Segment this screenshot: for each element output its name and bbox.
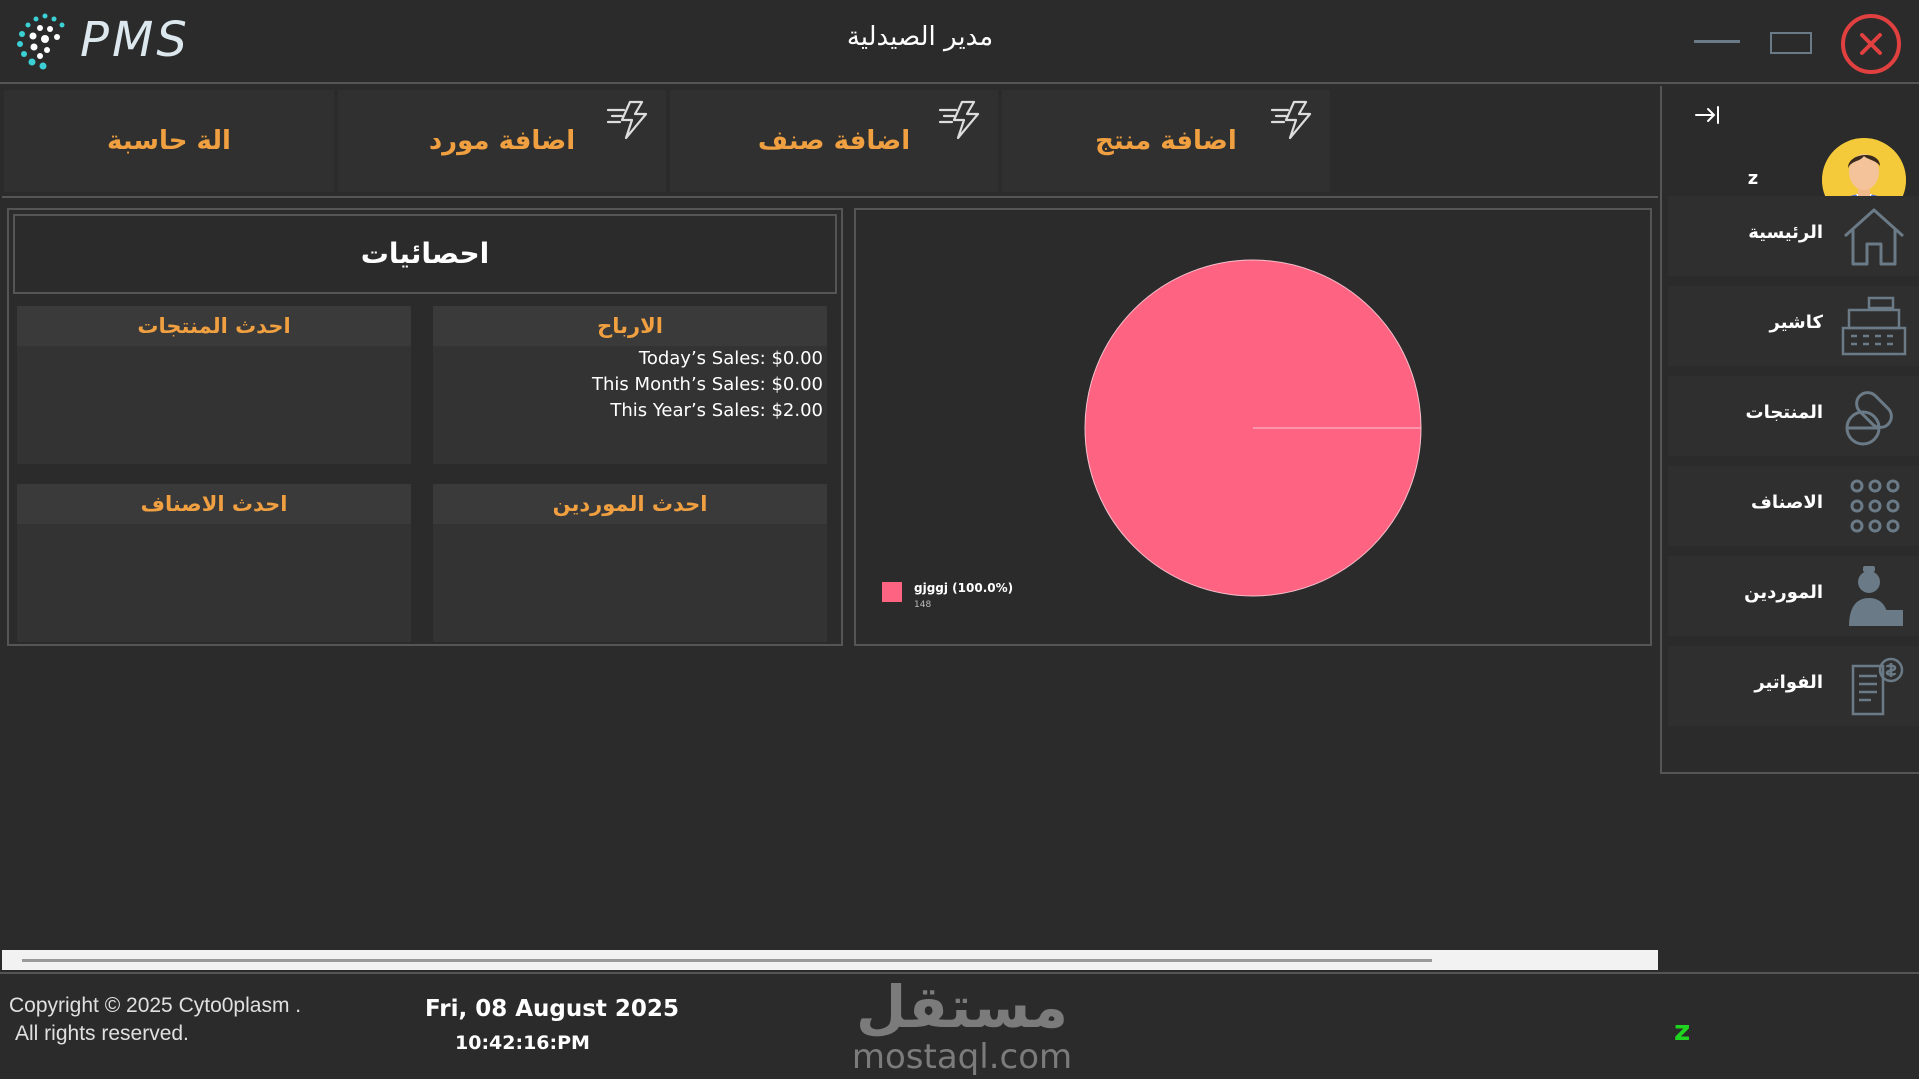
calculator-label: الة حاسبة (107, 126, 231, 156)
add-category-button[interactable]: اضافة صنف (670, 90, 998, 192)
pie-chart: gjggj (100.0%) 148 (882, 259, 1422, 610)
latest-products-title: احدث المنتجات (17, 306, 411, 346)
scrollbar-thumb[interactable] (22, 959, 1432, 962)
title-bar: PMS مدير الصيدلية (0, 0, 1919, 84)
profits-title: الارباح (433, 306, 827, 346)
sidebar-item-label: المنتجات (1745, 402, 1823, 423)
watermark-url: mostaql.com (851, 1037, 1073, 1077)
sidebar-item-label: كاشير (1769, 312, 1823, 333)
status-footer: Copyright © 2025 Cyto0plasm . All rights… (0, 972, 1919, 1079)
add-product-button[interactable]: اضافة منتج (1002, 90, 1330, 192)
latest-categories-title: احدث الاصناف (17, 484, 411, 524)
pms-logo-icon (17, 13, 65, 70)
sidebar-item-invoices[interactable]: الفواتير (1668, 646, 1919, 726)
sidebar-item-categories[interactable]: الاصناف (1668, 466, 1919, 546)
cash-register-icon (1841, 296, 1907, 356)
add-product-label: اضافة منتج (1095, 126, 1237, 156)
latest-products-card: احدث المنتجات (17, 306, 411, 464)
sidebar-item-products[interactable]: المنتجات (1668, 376, 1919, 456)
logo-text: PMS (80, 12, 190, 68)
sidebar-item-suppliers[interactable]: الموردين (1668, 556, 1919, 636)
legend-label: gjggj (100.0%) (914, 581, 1013, 595)
sidebar-item-label: الفواتير (1754, 672, 1823, 693)
pie-chart-panel: gjggj (100.0%) 148 (854, 208, 1652, 646)
supplier-icon (1849, 566, 1903, 626)
watermark-arabic: مستقل (855, 973, 1069, 1041)
legend-value: 148 (914, 600, 931, 610)
invoice-icon (1851, 657, 1904, 716)
year-sales: This Year’s Sales: $2.00 (610, 400, 823, 421)
statistics-panel: احصائيات الارباح Today’s Sales: $0.00 Th… (7, 208, 843, 646)
profits-card: الارباح Today’s Sales: $0.00 This Month’… (433, 306, 827, 464)
current-time: 10:42:16:PM (455, 1032, 590, 1054)
copyright-text: Copyright © 2025 Cyto0plasm . (9, 994, 302, 1017)
logged-in-user: z (1674, 1014, 1691, 1047)
quick-actions-bar: اضافة منتج اضافة صنف اضافة مورد الة حاسب… (2, 86, 1658, 198)
close-icon (1860, 33, 1882, 55)
pills-icon (1845, 391, 1893, 446)
current-date: Fri, 08 August 2025 (425, 996, 679, 1022)
sidebar-item-cashier[interactable]: كاشير (1668, 286, 1919, 366)
latest-categories-card: احدث الاصناف (17, 484, 411, 642)
statistics-title: احصائيات (13, 214, 837, 294)
watermark: مستقل mostaql.com (842, 974, 1082, 1074)
add-supplier-button[interactable]: اضافة مورد (338, 90, 666, 192)
window-title: مدير الصيدلية (846, 22, 994, 52)
sidebar-item-label: الموردين (1744, 582, 1823, 603)
sidebar: z الرئيسية كاشير المنتجات الاصناف المورد… (1660, 86, 1919, 774)
horizontal-scrollbar[interactable] (2, 950, 1658, 970)
minimize-button[interactable] (1694, 40, 1740, 43)
latest-suppliers-title: احدث الموردين (433, 484, 827, 524)
user-name: z (1747, 168, 1759, 189)
app-logo: PMS (12, 10, 190, 70)
add-supplier-label: اضافة مورد (428, 126, 576, 156)
month-sales: This Month’s Sales: $0.00 (592, 374, 823, 395)
sidebar-item-label: الرئيسية (1748, 222, 1823, 243)
maximize-button[interactable] (1770, 32, 1812, 54)
latest-suppliers-card: احدث الموردين (433, 484, 827, 642)
sidebar-item-home[interactable]: الرئيسية (1668, 196, 1919, 276)
grid-icon (1850, 479, 1900, 533)
legend-swatch (882, 582, 902, 602)
sidebar-item-label: الاصناف (1751, 492, 1823, 513)
rights-text: All rights reserved. (15, 1022, 189, 1045)
collapse-sidebar-icon[interactable] (1692, 100, 1722, 130)
add-category-label: اضافة صنف (757, 126, 911, 156)
home-icon (1843, 208, 1905, 266)
todays-sales: Today’s Sales: $0.00 (638, 348, 823, 369)
close-button[interactable] (1841, 14, 1901, 74)
calculator-button[interactable]: الة حاسبة (4, 90, 334, 192)
